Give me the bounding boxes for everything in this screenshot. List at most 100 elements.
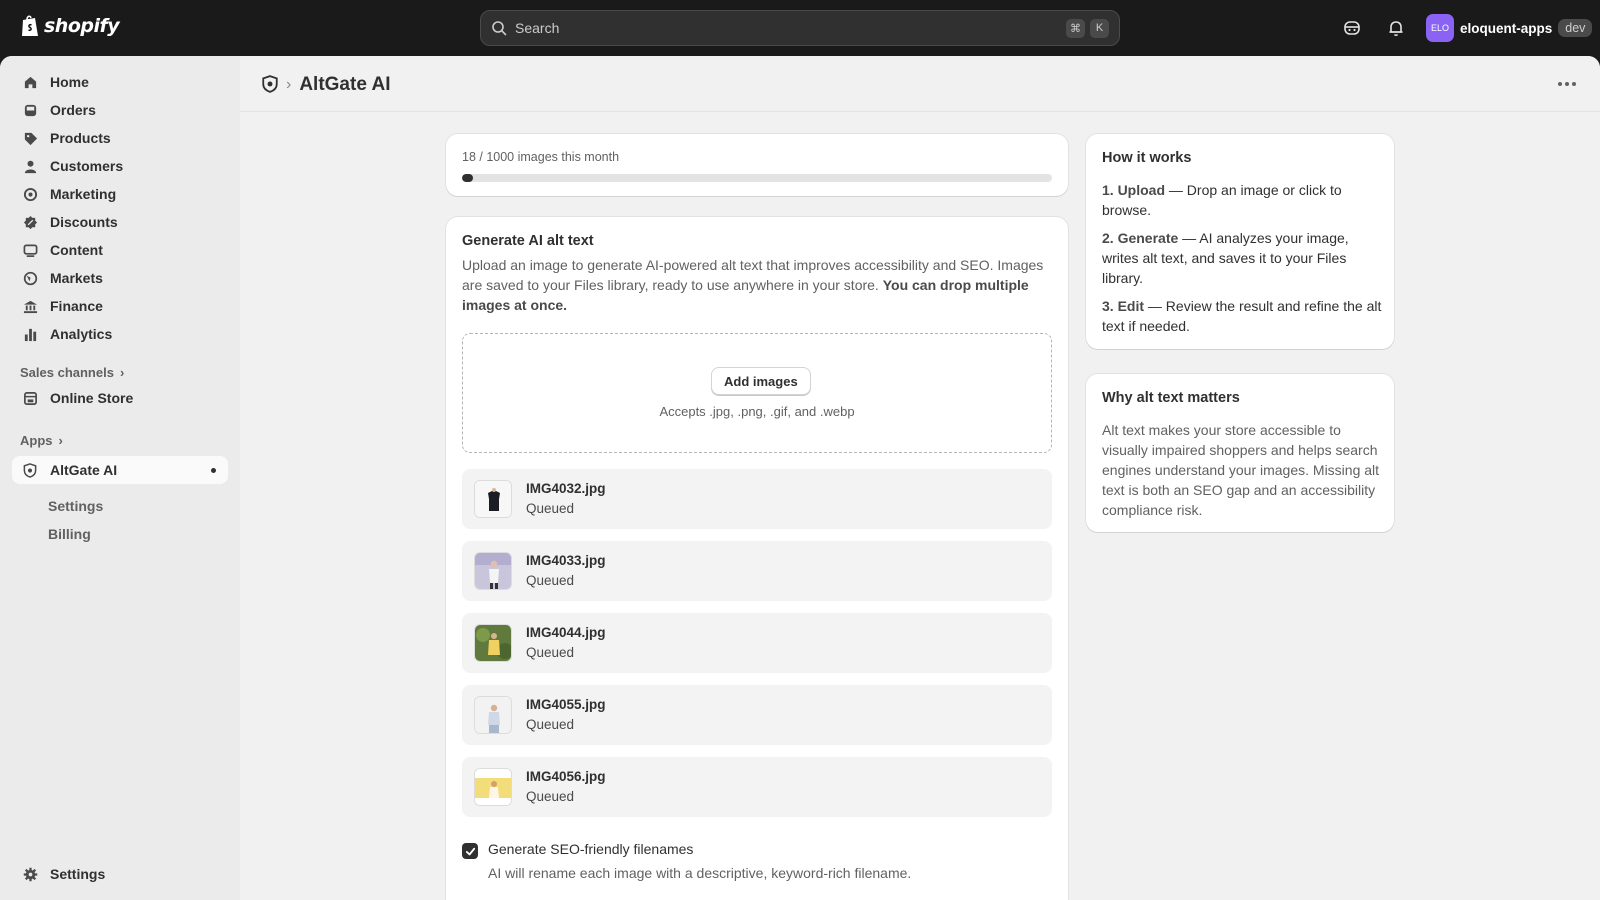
sidebar-item-analytics[interactable]: Analytics xyxy=(12,320,228,348)
step-item: 2. Generate — AI analyzes your image, wr… xyxy=(1102,228,1382,288)
file-name: IMG4044.jpg xyxy=(526,625,606,640)
why-title: Why alt text matters xyxy=(1102,390,1240,406)
globe-icon xyxy=(22,270,38,286)
pin-indicator-icon xyxy=(211,467,216,473)
top-bar: shopify Search ⌘ K ELO eloquent-apps dev xyxy=(0,0,1600,56)
discount-icon xyxy=(22,214,38,230)
sidebar-item-label: Orders xyxy=(50,102,96,118)
breadcrumb: › AltGate AI xyxy=(262,74,390,96)
checkmark-icon xyxy=(465,847,475,855)
sidebar-item-label: Finance xyxy=(50,298,103,314)
file-status: Queued xyxy=(526,573,575,588)
sidebar-item-label: Settings xyxy=(50,866,106,882)
file-status: Queued xyxy=(526,789,575,804)
file-name: IMG4033.jpg xyxy=(526,553,606,568)
sidebar-item-marketing[interactable]: Marketing xyxy=(12,180,228,208)
file-row[interactable]: IMG4056.jpg Queued xyxy=(462,757,1052,817)
step-text: — Review the result and refine the alt t… xyxy=(1102,298,1382,334)
command-key: ⌘ xyxy=(1066,18,1085,38)
step-label: 1. Upload xyxy=(1102,182,1166,198)
image-thumbnail xyxy=(474,696,512,734)
image-thumbnail xyxy=(474,480,512,518)
sidebar-item-label: Customers xyxy=(50,158,124,174)
brand-name: shopify xyxy=(44,15,120,37)
shield-icon xyxy=(22,462,38,478)
sidebar-item-altgate-ai[interactable]: AltGate AI xyxy=(12,456,228,484)
image-icon xyxy=(22,242,38,258)
step-item: 1. Upload — Drop an image or click to br… xyxy=(1102,180,1382,220)
sidebar-item-discounts[interactable]: Discounts xyxy=(12,208,228,236)
seo-filenames-label[interactable]: Generate SEO-friendly filenames xyxy=(488,841,693,857)
chevron-right-icon: › xyxy=(286,76,292,93)
file-name: IMG4056.jpg xyxy=(526,769,606,784)
image-thumbnail xyxy=(474,624,512,662)
storefront-icon xyxy=(22,390,38,406)
usage-progress-bar xyxy=(462,174,1052,182)
person-icon xyxy=(22,158,38,174)
shopify-logo[interactable]: shopify xyxy=(20,14,120,38)
account-name: eloquent-apps xyxy=(1460,20,1553,36)
sidebar: Home Orders Products Customers Marketing… xyxy=(0,56,240,900)
account-menu[interactable]: ELO eloquent-apps dev xyxy=(1426,14,1593,42)
why-body: Alt text makes your store accessible to … xyxy=(1102,422,1380,518)
page-header: › AltGate AI xyxy=(240,56,1600,112)
file-row[interactable]: IMG4055.jpg Queued xyxy=(462,685,1052,745)
bell-icon[interactable] xyxy=(1386,18,1406,38)
add-images-button[interactable]: Add images xyxy=(711,367,811,395)
app-shield-icon[interactable] xyxy=(262,74,278,96)
bank-icon xyxy=(22,298,38,314)
bar-chart-icon xyxy=(22,326,38,342)
sidebar-item-finance[interactable]: Finance xyxy=(12,292,228,320)
sidebar-item-settings[interactable]: Settings xyxy=(12,860,228,888)
sidebar-item-label: Analytics xyxy=(50,326,113,342)
sidebar-item-label: Home xyxy=(50,74,89,90)
sidebar-item-label: Discounts xyxy=(50,214,118,230)
sidebar-item-online-store[interactable]: Online Store xyxy=(12,384,228,412)
sidebar-subitem-settings[interactable]: Settings xyxy=(48,498,103,514)
sales-channels-header[interactable]: Sales channels › xyxy=(20,365,124,380)
sidebar-item-orders[interactable]: Orders xyxy=(12,96,228,124)
image-thumbnail xyxy=(474,768,512,806)
sidebar-item-label: AltGate AI xyxy=(50,462,118,478)
accepted-formats: Accepts .jpg, .png, .gif, and .webp xyxy=(659,404,855,419)
generate-description: Upload an image to generate AI-powered a… xyxy=(462,255,1052,315)
sidebar-item-customers[interactable]: Customers xyxy=(12,152,228,180)
sidebar-item-markets[interactable]: Markets xyxy=(12,264,228,292)
sidebar-subitem-billing[interactable]: Billing xyxy=(48,526,91,542)
more-actions-icon[interactable] xyxy=(1558,82,1576,86)
k-key: K xyxy=(1090,18,1109,38)
sidebar-item-label: Online Store xyxy=(50,390,134,406)
sidebar-item-content[interactable]: Content xyxy=(12,236,228,264)
step-label: 2. Generate xyxy=(1102,230,1179,246)
file-status: Queued xyxy=(526,645,575,660)
sidekick-icon[interactable] xyxy=(1342,18,1362,38)
home-icon xyxy=(22,74,38,90)
search-placeholder: Search xyxy=(515,20,560,36)
image-dropzone[interactable]: Add images Accepts .jpg, .png, .gif, and… xyxy=(462,333,1052,453)
seo-filenames-help: AI will rename each image with a descrip… xyxy=(488,865,912,881)
target-icon xyxy=(22,186,38,202)
sidebar-item-label: Marketing xyxy=(50,186,117,202)
file-status: Queued xyxy=(526,501,575,516)
chevron-right-icon: › xyxy=(119,365,125,380)
file-row[interactable]: IMG4044.jpg Queued xyxy=(462,613,1052,673)
file-row[interactable]: IMG4033.jpg Queued xyxy=(462,541,1052,601)
sidebar-item-products[interactable]: Products xyxy=(12,124,228,152)
sidebar-item-home[interactable]: Home xyxy=(12,68,228,96)
steps-list: 1. Upload — Drop an image or click to br… xyxy=(1102,180,1382,336)
page-title: AltGate AI xyxy=(299,74,391,95)
file-status: Queued xyxy=(526,717,575,732)
usage-progress-fill xyxy=(462,174,473,182)
chevron-right-icon: › xyxy=(58,433,63,448)
shopify-bag-icon xyxy=(22,15,38,36)
main-content: › AltGate AI 18 / 1000 images this month… xyxy=(240,56,1600,900)
search-icon xyxy=(492,21,507,36)
file-row[interactable]: IMG4032.jpg Queued xyxy=(462,469,1052,529)
sidebar-item-label: Markets xyxy=(50,270,103,286)
search-bar[interactable]: Search ⌘ K xyxy=(480,10,1120,46)
tag-icon xyxy=(22,130,38,146)
how-it-works-card: How it works 1. Upload — Drop an image o… xyxy=(1086,134,1394,349)
apps-header[interactable]: Apps › xyxy=(20,433,63,448)
admin-frame: Home Orders Products Customers Marketing… xyxy=(0,56,1600,900)
seo-filenames-checkbox[interactable] xyxy=(462,843,478,859)
